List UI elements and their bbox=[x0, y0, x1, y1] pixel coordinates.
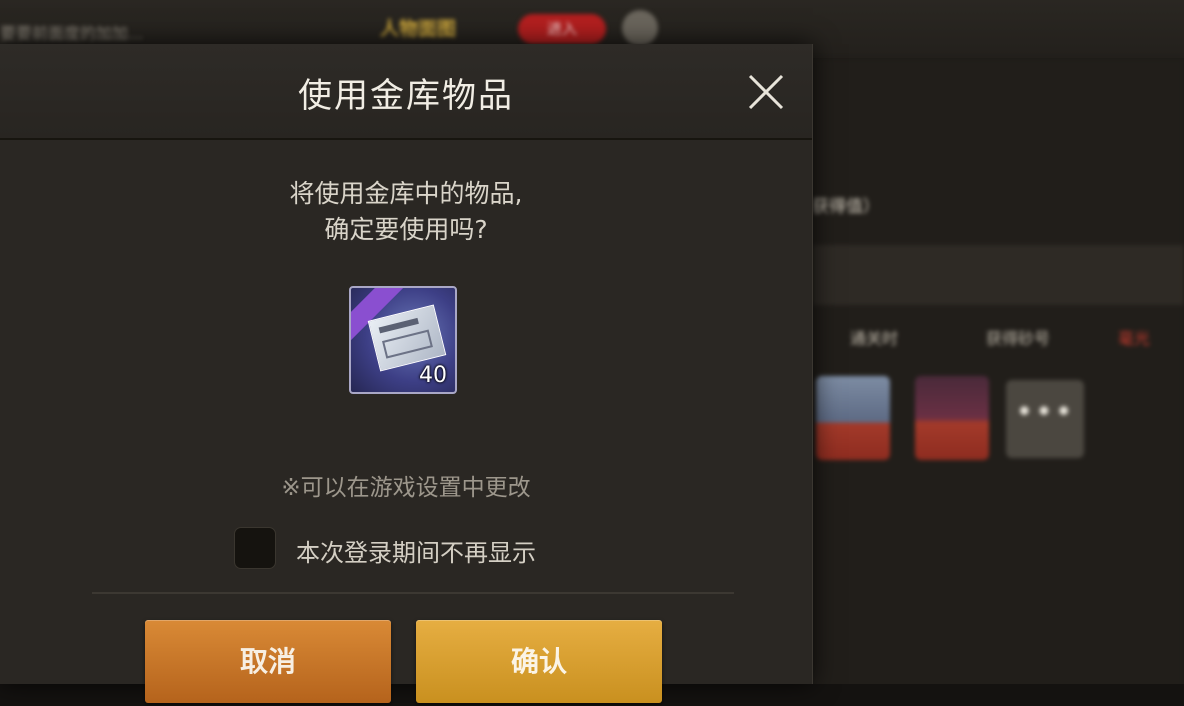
dialog-title: 使用金库物品 bbox=[298, 76, 514, 116]
background-red-badge: 进入 bbox=[518, 14, 606, 44]
dialog-message: 将使用金库中的物品, 确定要使用吗? bbox=[0, 176, 812, 248]
cancel-button[interactable]: 取消 bbox=[145, 620, 391, 703]
background-more-icon: ••• bbox=[1006, 380, 1084, 458]
background-filter-1: 通关时 bbox=[850, 329, 899, 348]
dialog-message-line-1: 将使用金库中的物品, bbox=[289, 179, 523, 208]
background-filter-2: 获得砂号 bbox=[986, 329, 1051, 348]
settings-hint: ※可以在游戏设置中更改 bbox=[281, 475, 531, 501]
item-ticket-icon: 40 bbox=[349, 286, 457, 394]
background-avatar-icon bbox=[622, 10, 658, 46]
background-filter-3: 毫光 bbox=[1118, 329, 1151, 348]
background-tab-label: 人物面图 bbox=[380, 18, 457, 40]
ticket-graphic bbox=[367, 304, 447, 372]
dont-show-again-checkbox[interactable] bbox=[234, 527, 276, 569]
background-thumbnail-2 bbox=[915, 376, 989, 460]
dialog-header: 使用金库物品 bbox=[0, 44, 812, 140]
use-vault-item-dialog: 使用金库物品 将使用金库中的物品, 确定要使用吗? 40 ※可以在游戏设置中更改… bbox=[0, 44, 813, 703]
dialog-divider bbox=[92, 592, 734, 594]
dialog-body: 将使用金库中的物品, 确定要使用吗? 40 ※可以在游戏设置中更改 本次登录期间… bbox=[0, 140, 812, 703]
close-icon bbox=[748, 74, 784, 110]
confirm-button[interactable]: 确认 bbox=[416, 620, 662, 703]
dont-show-again-label: 本次登录期间不再显示 bbox=[296, 539, 536, 567]
background-top-text: 要要前面度的加加... bbox=[0, 24, 144, 43]
close-button[interactable] bbox=[744, 70, 788, 114]
dialog-message-line-2: 确定要使用吗? bbox=[324, 215, 488, 244]
item-count: 40 bbox=[419, 363, 447, 388]
background-right-text: 获得值） bbox=[812, 197, 880, 217]
background-thumbnail-1 bbox=[816, 376, 890, 460]
background-row-band bbox=[812, 245, 1184, 305]
